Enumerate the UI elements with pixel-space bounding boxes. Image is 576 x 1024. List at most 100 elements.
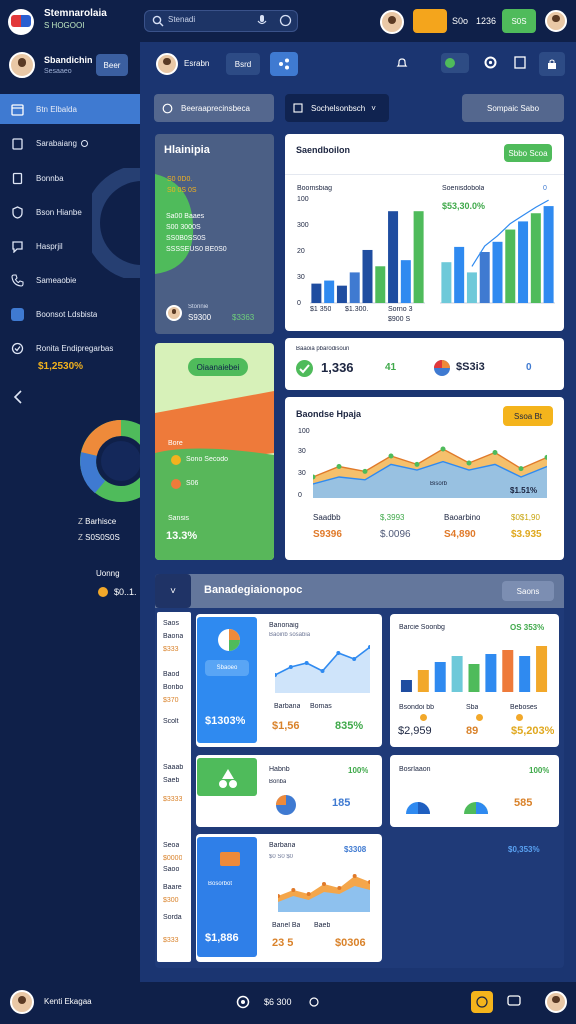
user-role: Sesaaeo — [44, 68, 72, 75]
green-card-dot-b — [171, 479, 181, 489]
sidebar-item-label: Boonsot Ldsbista — [36, 309, 98, 319]
bar — [518, 221, 529, 303]
bottom-collapse[interactable]: ˅ — [155, 574, 191, 608]
side-label: Scolt — [163, 718, 179, 725]
app-logo — [8, 9, 34, 35]
c3-pie — [276, 795, 296, 815]
side-label: Baona — [163, 633, 184, 640]
close-button[interactable] — [539, 52, 565, 76]
bar-cat: $1 350 — [310, 306, 332, 313]
sub-b: Bsrd — [234, 59, 252, 69]
data-point — [322, 882, 326, 886]
sidebar-item-label: Hasprjil — [36, 241, 63, 251]
area-tick: 30 — [298, 448, 306, 455]
footer-profile[interactable] — [545, 991, 567, 1013]
share-button[interactable] — [270, 52, 298, 76]
bottom-button[interactable]: Saons — [502, 581, 554, 601]
stat-c-button[interactable]: S0S — [502, 9, 536, 33]
orange-pill[interactable] — [413, 9, 447, 33]
filter-circle-icon[interactable] — [279, 14, 292, 27]
bell-icon[interactable] — [396, 57, 408, 69]
user-avatar[interactable] — [9, 52, 35, 78]
side-label: Saoo — [163, 866, 180, 873]
c2-v1: $2,959 — [398, 725, 432, 737]
bar-card-left-label: Boomsbiag — [297, 185, 333, 192]
area-card-title: Baondse Hpaja — [296, 409, 362, 419]
dropdown-button[interactable]: Sochelsonbsch ˅ — [285, 94, 389, 122]
panel-a-avatar[interactable] — [166, 305, 182, 321]
chat-footer-icon[interactable] — [507, 995, 521, 1008]
c1-note-label: Sbaoeo — [216, 665, 238, 671]
data-point — [336, 651, 341, 655]
data-point — [320, 669, 325, 673]
green-card-pill[interactable]: Oiaanaiebei — [188, 358, 248, 376]
c1-b2: Bomas — [310, 703, 332, 710]
panel-a-l4: S00 3000S — [166, 224, 201, 231]
stat-card-title: Baaoia pbarodisoun — [296, 346, 350, 352]
sidebar-item-boonsot[interactable]: Boonsot Ldsbista — [0, 301, 140, 327]
c5-note: Bosorbot — [208, 881, 233, 887]
bar — [413, 211, 424, 303]
c1-line-chart — [275, 645, 370, 693]
bar — [362, 249, 373, 303]
top-avatar[interactable] — [380, 10, 404, 34]
sidebar-item-home[interactable]: Btn Elbalda — [0, 94, 140, 124]
bar — [434, 662, 446, 692]
side-label: Baare — [163, 884, 182, 891]
sidebar-item-label: Bson Hianbe — [36, 207, 82, 217]
sidebar-amount: $1,2530% — [38, 361, 84, 372]
c2-dot — [476, 714, 483, 721]
c1-note[interactable]: Sbaoeo — [205, 660, 249, 676]
green-card-value: 13.3% — [166, 530, 198, 542]
sub-b-button[interactable]: Bsrd — [226, 53, 260, 75]
stat-card-pie — [434, 360, 450, 376]
search-input[interactable]: Stenadi — [168, 15, 195, 24]
chat-icon — [10, 239, 24, 253]
area-card-total: $1.51% — [510, 486, 538, 495]
bar — [492, 241, 503, 303]
action-button[interactable]: Sompaic Sabo — [462, 94, 564, 122]
bar — [519, 656, 531, 692]
footer-avatar[interactable] — [10, 990, 34, 1014]
recycle-icon — [219, 769, 237, 788]
c3-pct: 100% — [348, 766, 369, 775]
bar-card-divider — [285, 174, 564, 175]
area-r2-a: S9396 — [313, 529, 342, 540]
bar-card-badge[interactable]: Sbbo Scoa — [504, 144, 552, 162]
sub-avatar[interactable] — [156, 53, 178, 75]
info-footer-icon[interactable] — [309, 997, 319, 1007]
stat-b: 1236 — [476, 16, 497, 26]
window-icon[interactable] — [514, 56, 526, 69]
c2-dot — [516, 714, 523, 721]
panel-a-l3: Sa00 Baaes — [166, 213, 205, 220]
sync-icon[interactable] — [236, 995, 250, 1009]
bar-card-ticks: 100 300 20 30 0 — [297, 196, 311, 308]
data-point — [288, 665, 293, 669]
c5-b1: Banel Ba — [272, 922, 301, 929]
c4-v: 585 — [514, 797, 533, 809]
panel-a-foot-val: S9300 — [188, 313, 212, 322]
data-point — [466, 460, 472, 466]
settings-icon[interactable] — [484, 56, 497, 69]
panel-a-foot-amt: $3363 — [232, 313, 255, 322]
area-r1-d: $0$1,90 — [511, 513, 540, 522]
filter-button[interactable]: Beeraaprecinsbeca — [154, 94, 274, 122]
side-label: $370 — [163, 697, 179, 704]
panel-a-foot-name: Stonnie — [188, 304, 209, 310]
c1-amount: $1303% — [205, 715, 246, 727]
profile-avatar[interactable] — [545, 10, 567, 32]
collapse-icon[interactable] — [12, 390, 24, 404]
sidebar-item-label: Sarabaiang — [36, 138, 77, 148]
user-button[interactable]: Beer — [96, 54, 128, 76]
sidebar-item-reports[interactable]: Sarabaiang — [0, 130, 140, 156]
sidebar-item-ronita[interactable]: Ronita Endipregarbas — [0, 335, 140, 361]
c4-pct: 100% — [529, 766, 550, 775]
user-name: Sbandichin — [44, 55, 93, 65]
microphone-icon[interactable] — [256, 14, 268, 28]
stat-card-v1: 1,336 — [321, 360, 354, 375]
toggle-switch[interactable] — [441, 53, 469, 73]
c2-dot — [420, 714, 427, 721]
area-card-badge[interactable]: Ssoa Bt — [503, 406, 553, 426]
green-card-pill-label: Oiaanaiebei — [196, 362, 240, 372]
footer-notify[interactable] — [471, 991, 493, 1013]
